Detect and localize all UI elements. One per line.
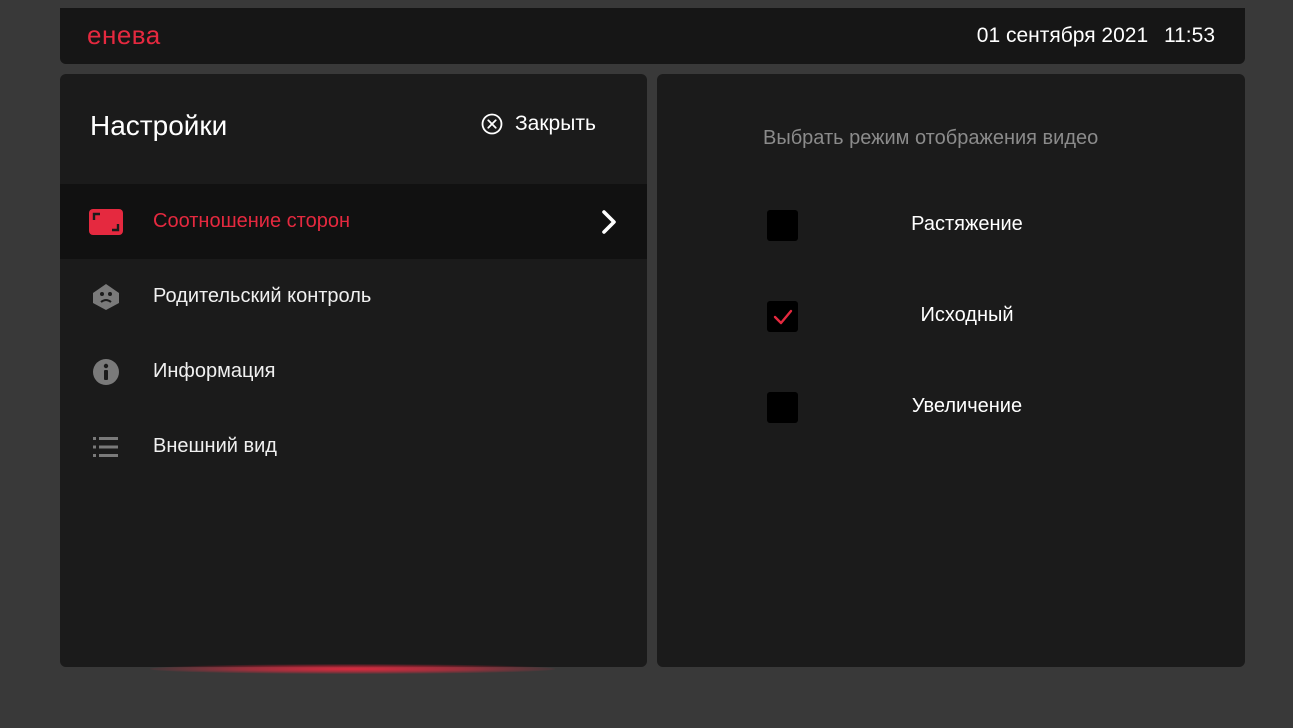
settings-screen: енева 01 сентября 2021 11:53 Настройки З… [0,0,1293,728]
close-label: Закрыть [515,112,596,135]
menu-item-parental-control[interactable]: Родительский контроль [60,259,647,334]
option-label: Растяжение [911,213,1023,235]
close-button[interactable]: Закрыть [481,112,596,136]
date-text: 01 сентября 2021 [976,24,1149,47]
menu-item-label: Родительский контроль [153,285,372,307]
datetime: 01 сентября 2021 11:53 [977,24,1215,48]
option-zoom[interactable]: Увеличение [767,392,1187,424]
option-stretch[interactable]: Растяжение [767,210,1187,242]
chevron-right-icon [602,209,616,234]
option-label: Увеличение [911,395,1023,417]
menu-item-appearance[interactable]: Внешний вид [60,409,647,484]
video-mode-panel: Выбрать режим отображения видео Растяжен… [657,74,1245,667]
option-label: Исходный [920,304,1014,326]
aspect-ratio-icon [88,208,124,236]
close-icon [481,113,503,135]
menu-item-label: Информация [153,360,276,382]
video-mode-title: Выбрать режим отображения видео [763,127,1099,149]
info-icon [88,358,124,386]
settings-panel: Настройки Закрыть Соотношение сторон Род… [60,74,647,667]
menu-item-information[interactable]: Информация [60,334,647,409]
menu-item-label: Соотношение сторон [153,210,350,232]
time-text: 11:53 [1164,24,1215,47]
focus-glow [150,664,555,674]
page-title: Настройки [90,110,228,141]
menu-item-label: Внешний вид [153,435,277,457]
parental-control-icon [88,283,124,311]
list-icon [88,433,124,461]
menu-item-aspect-ratio[interactable]: Соотношение сторон [60,184,647,259]
settings-menu: Соотношение сторон Родительский контроль [60,184,647,484]
brand-logo: енева [87,20,161,50]
top-bar: енева 01 сентября 2021 11:53 [60,8,1245,64]
option-original[interactable]: Исходный [767,301,1187,333]
